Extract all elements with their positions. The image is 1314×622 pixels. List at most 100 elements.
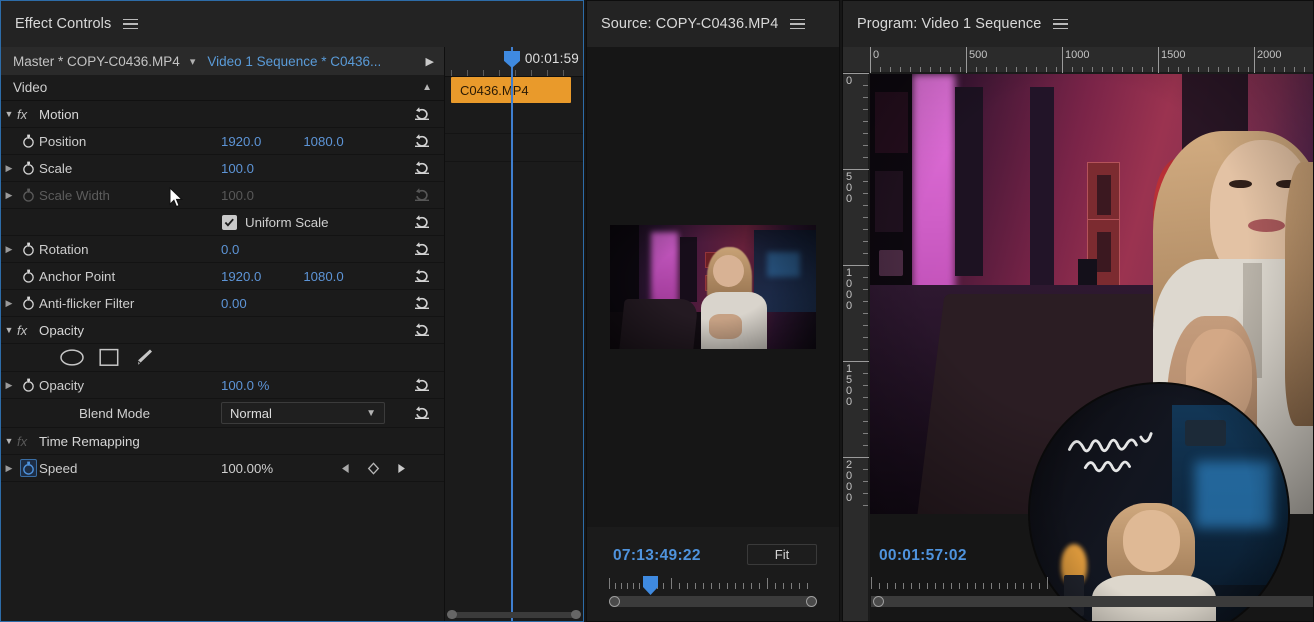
- program-time-ruler: [871, 576, 1081, 589]
- source-timecode[interactable]: 07:13:49:22: [613, 547, 701, 565]
- play-arrow-icon[interactable]: ▶: [426, 55, 434, 68]
- zoom-level-select[interactable]: Fit: [747, 544, 817, 565]
- source-monitor-stage[interactable]: [587, 47, 839, 527]
- chevron-right-icon[interactable]: ▶: [1, 163, 17, 174]
- video-section-header[interactable]: Video ▲: [1, 75, 444, 101]
- chevron-down-icon[interactable]: ▼: [1, 109, 17, 119]
- property-value-anti-flicker[interactable]: 0.00: [221, 296, 247, 311]
- property-value-speed[interactable]: 100.00%: [221, 461, 273, 476]
- ellipse-mask-icon[interactable]: [59, 348, 85, 367]
- stopwatch-icon[interactable]: [17, 242, 39, 256]
- chevron-right-icon[interactable]: ▶: [1, 463, 17, 474]
- chevron-right-icon[interactable]: ▶: [1, 298, 17, 309]
- property-label-speed: Speed: [39, 460, 78, 476]
- property-row-anchor-point[interactable]: Anchor Point 1920.0 1080.0: [1, 263, 444, 290]
- next-keyframe-icon[interactable]: [397, 463, 406, 474]
- reset-icon[interactable]: [413, 133, 431, 149]
- chevron-right-icon[interactable]: ▶: [1, 190, 17, 201]
- reset-icon[interactable]: [413, 268, 431, 284]
- stopwatch-icon[interactable]: [17, 378, 39, 392]
- property-value-scale-width: 100.0: [221, 187, 255, 203]
- chevron-right-icon[interactable]: ▶: [1, 380, 17, 391]
- blend-mode-select[interactable]: Normal ▼: [221, 402, 385, 424]
- property-row-speed[interactable]: ▶ Speed 100.00%: [1, 455, 444, 482]
- property-value-opacity[interactable]: 100.0 %: [221, 378, 269, 393]
- effect-controls-header: Effect Controls: [1, 1, 583, 47]
- stopwatch-icon[interactable]: [17, 296, 39, 310]
- property-row-scale[interactable]: ▶ Scale 100.0: [1, 155, 444, 182]
- pen-mask-icon[interactable]: [133, 348, 153, 367]
- reset-icon[interactable]: [413, 160, 431, 176]
- property-value-rotation[interactable]: 0.0: [221, 242, 239, 257]
- effect-group-opacity-label: Opacity: [39, 322, 85, 338]
- property-value-anchor-y[interactable]: 1080.0: [303, 269, 343, 284]
- chevron-down-icon[interactable]: ▾: [190, 55, 196, 68]
- chevron-right-icon[interactable]: ▶: [1, 244, 17, 255]
- property-label-anchor-point: Anchor Point: [39, 268, 116, 284]
- property-value-scale[interactable]: 100.0: [221, 161, 254, 176]
- triangle-up-icon[interactable]: ▲: [422, 82, 432, 93]
- add-keyframe-diamond-icon[interactable]: [367, 461, 380, 475]
- effect-group-time-remapping[interactable]: ▼ fx Time Remapping: [1, 428, 444, 455]
- timeline-timecode[interactable]: 00:01:59: [525, 51, 579, 66]
- effect-group-opacity[interactable]: ▼ fx Opacity: [1, 317, 444, 344]
- program-monitor-stage[interactable]: [870, 74, 1313, 621]
- property-value-position-x[interactable]: 1920.0: [221, 134, 261, 149]
- property-row-rotation[interactable]: ▶ Rotation 0.0: [1, 236, 444, 263]
- reset-icon[interactable]: [413, 295, 431, 311]
- program-timecode[interactable]: 00:01:57:02: [879, 547, 967, 565]
- previous-keyframe-icon[interactable]: [341, 463, 350, 474]
- reset-icon[interactable]: [413, 405, 431, 421]
- ruler-h-tick-0: 0: [873, 49, 880, 61]
- in-point-handle[interactable]: [873, 596, 884, 607]
- reset-icon[interactable]: [413, 106, 431, 122]
- source-video-frame: [610, 225, 816, 349]
- effect-group-motion[interactable]: ▼ fx Motion: [1, 101, 444, 128]
- timeline-ticks: [445, 68, 583, 76]
- reset-icon[interactable]: [413, 322, 431, 338]
- source-time-ruler: [609, 576, 817, 589]
- source-scrub-track[interactable]: [609, 596, 817, 607]
- master-clip-label[interactable]: Master * COPY-C0436.MP4: [13, 54, 180, 69]
- effect-controls-timeline[interactable]: 00:01:59 C0436.MP4: [445, 47, 583, 621]
- stopwatch-icon[interactable]: [17, 459, 39, 477]
- hamburger-menu-icon[interactable]: [123, 18, 139, 30]
- chevron-down-icon[interactable]: ▼: [1, 325, 17, 335]
- ruler-h-tick-1500: 1500: [1161, 49, 1186, 61]
- property-value-position-y[interactable]: 1080.0: [303, 134, 343, 149]
- uniform-scale-checkbox[interactable]: [222, 214, 237, 230]
- property-row-uniform-scale[interactable]: Uniform Scale: [1, 209, 444, 236]
- ruler-v-tick-500: 500: [846, 171, 853, 205]
- out-point-handle[interactable]: [806, 596, 817, 607]
- reset-icon[interactable]: [413, 377, 431, 393]
- ruler-h-tick-1000: 1000: [1065, 49, 1090, 61]
- rectangle-mask-icon[interactable]: [99, 348, 119, 367]
- program-monitor-header: Program: Video 1 Sequence: [843, 1, 1313, 47]
- property-value-anchor-x[interactable]: 1920.0: [221, 269, 261, 284]
- chevron-down-icon[interactable]: ▼: [1, 436, 17, 446]
- source-monitor-panel: Source: COPY-C0436.MP4 07:13:49:22 Fit: [586, 0, 840, 622]
- property-row-blend-mode[interactable]: Blend Mode Normal ▼: [1, 399, 444, 428]
- reset-icon[interactable]: [413, 214, 431, 230]
- playhead-icon[interactable]: [643, 576, 658, 595]
- stopwatch-icon[interactable]: [17, 269, 39, 283]
- horizontal-scrollbar[interactable]: [445, 610, 583, 619]
- vertical-ruler[interactable]: 0 500 1000 1500 2000: [843, 73, 869, 621]
- property-row-scale-width[interactable]: ▶ Scale Width 100.0: [1, 182, 444, 209]
- ruler-h-tick-500: 500: [969, 49, 988, 61]
- hamburger-menu-icon[interactable]: [790, 18, 806, 30]
- sequence-clip-label[interactable]: Video 1 Sequence * C0436...: [207, 54, 381, 69]
- property-row-opacity[interactable]: ▶ Opacity 100.0 %: [1, 372, 444, 399]
- playhead-icon[interactable]: [504, 47, 520, 621]
- stopwatch-icon[interactable]: [17, 134, 39, 148]
- in-point-handle[interactable]: [609, 596, 620, 607]
- hamburger-menu-icon[interactable]: [1053, 18, 1069, 30]
- reset-icon[interactable]: [413, 241, 431, 257]
- stopwatch-icon[interactable]: [17, 161, 39, 175]
- effect-group-motion-label: Motion: [39, 106, 79, 122]
- property-row-anti-flicker[interactable]: ▶ Anti-flicker Filter 0.00: [1, 290, 444, 317]
- ruler-v-tick-1500: 1500: [846, 363, 853, 408]
- program-scrub-track[interactable]: [871, 596, 1313, 607]
- horizontal-ruler[interactable]: 0 500 1000 1500 2000: [843, 47, 1313, 73]
- property-row-position[interactable]: Position 1920.0 1080.0: [1, 128, 444, 155]
